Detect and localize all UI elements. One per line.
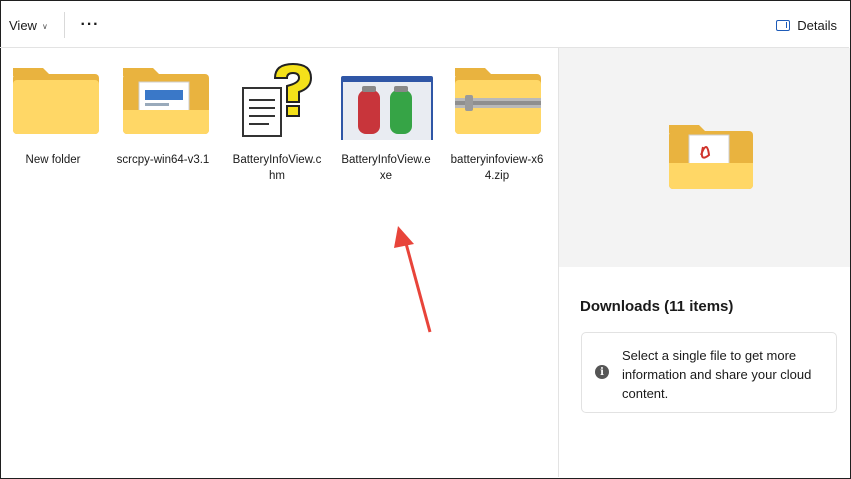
file-grid: New folder scrcpy-win64-v3.1 BatteryInfo…: [0, 48, 558, 478]
file-name: BatteryInfoView.exe: [341, 154, 431, 182]
file-item-exe[interactable]: BatteryInfoView.exe: [336, 60, 436, 184]
preview-area: [559, 48, 850, 267]
details-pane-icon: [776, 19, 791, 31]
view-button[interactable]: View ∨: [9, 14, 48, 36]
annotation-arrow: [394, 226, 432, 333]
file-item-new-folder[interactable]: New folder: [3, 60, 103, 168]
info-icon: i: [595, 365, 609, 379]
info-card: i Select a single file to get more infor…: [581, 332, 837, 413]
details-label: Details: [797, 17, 837, 33]
details-button[interactable]: Details: [776, 14, 837, 36]
more-label: ···: [80, 16, 100, 33]
file-name: batteryinfoview-x64.zip: [450, 154, 544, 182]
toolbar-divider: [64, 12, 65, 38]
file-name: New folder: [25, 154, 81, 166]
toolbar: View ∨ ··· Details: [0, 0, 849, 48]
more-options-button[interactable]: ···: [78, 14, 102, 36]
pane-title: Downloads (11 items): [580, 298, 734, 315]
file-item-zip[interactable]: batteryinfoview-x64.zip: [447, 60, 547, 184]
zip-folder-icon: [449, 60, 545, 140]
chevron-down-icon: ∨: [41, 21, 48, 31]
file-item-scrcpy[interactable]: scrcpy-win64-v3.1: [113, 60, 213, 168]
downloads-folder-pdf-icon: [667, 121, 755, 191]
battery-app-icon: [338, 60, 434, 144]
folder-icon: [5, 60, 101, 140]
folder-with-content-icon: [115, 60, 211, 140]
help-file-icon: [229, 60, 325, 140]
file-name: BatteryInfoView.chm: [232, 154, 322, 182]
view-label: View: [9, 17, 37, 33]
info-text: Select a single file to get more informa…: [622, 348, 812, 401]
file-item-chm[interactable]: BatteryInfoView.chm: [227, 60, 327, 184]
details-pane: Downloads (11 items) i Select a single f…: [558, 48, 850, 477]
file-name: scrcpy-win64-v3.1: [116, 154, 210, 166]
